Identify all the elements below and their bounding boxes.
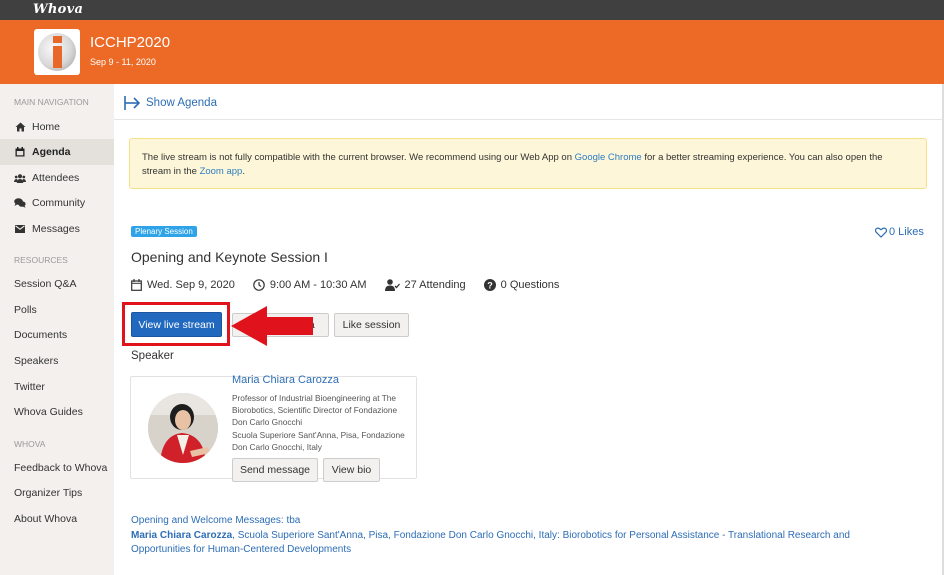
sidebar-item-label: Session Q&A xyxy=(14,278,77,290)
speaker-title: Professor of Industrial Bioengineering a… xyxy=(232,393,398,427)
zoom-app-link[interactable]: Zoom app xyxy=(200,166,243,177)
top-bar: Whova xyxy=(0,0,944,20)
chat-icon xyxy=(14,198,26,208)
alert-text: The live stream is not fully compatible … xyxy=(142,152,575,163)
sidebar-item-label: Organizer Tips xyxy=(14,487,83,499)
google-chrome-link[interactable]: Google Chrome xyxy=(575,152,642,163)
show-agenda-link[interactable]: Show Agenda xyxy=(124,94,217,112)
home-icon xyxy=(14,122,26,132)
clock-icon xyxy=(253,279,265,291)
sidebar-item-label: Feedback to Whova xyxy=(14,462,108,474)
speaker-name-link[interactable]: Maria Chiara Carozza xyxy=(232,374,339,386)
sidebar-item-label: Agenda xyxy=(32,146,71,158)
sidebar-item-label: About Whova xyxy=(14,513,78,525)
session-type-badge: Plenary Session xyxy=(131,226,197,237)
sidebar-item-label: Speakers xyxy=(14,355,59,367)
annotation-arrow-icon xyxy=(231,306,313,346)
sidebar-item-session-qa[interactable]: Session Q&A xyxy=(0,271,114,297)
sidebar-item-speakers[interactable]: Speakers xyxy=(0,348,114,374)
show-agenda-label: Show Agenda xyxy=(146,97,217,109)
sidebar-item-label: Messages xyxy=(32,223,80,235)
like-session-button[interactable]: Like session xyxy=(334,313,409,337)
attending-count: 27 Attending xyxy=(404,279,466,291)
expand-arrow-icon xyxy=(124,96,140,110)
envelope-icon xyxy=(14,225,26,233)
divider xyxy=(114,119,942,120)
sidebar-item-attendees[interactable]: Attendees xyxy=(0,165,114,191)
session-date: Wed. Sep 9, 2020 xyxy=(147,279,235,291)
description-line: Opening and Welcome Messages: tba xyxy=(131,515,301,526)
whova-logo[interactable]: Whova xyxy=(33,2,83,17)
sidebar-item-home[interactable]: Home xyxy=(0,114,114,140)
sidebar-item-agenda[interactable]: Agenda xyxy=(0,139,114,165)
sidebar-item-documents[interactable]: Documents xyxy=(0,322,114,348)
sidebar-item-label: Home xyxy=(32,121,61,133)
event-header xyxy=(0,20,944,84)
likes-button[interactable]: 0 Likes xyxy=(875,226,924,238)
question-circle-icon: ? xyxy=(483,279,496,291)
sidebar-item-feedback[interactable]: Feedback to Whova xyxy=(0,455,114,481)
event-logo xyxy=(34,29,80,75)
alert-text: . xyxy=(242,166,245,177)
sidebar-item-label: Twitter xyxy=(14,381,45,393)
session-description: Opening and Welcome Messages: tba Maria … xyxy=(131,514,911,558)
session-time: 9:00 AM - 10:30 AM xyxy=(269,279,367,291)
sidebar-section-whova: WHOVA xyxy=(14,439,46,449)
sidebar-item-label: Whova Guides xyxy=(14,406,83,418)
sidebar-item-messages[interactable]: Messages xyxy=(0,216,114,242)
session-title: Opening and Keynote Session I xyxy=(131,249,328,265)
sidebar-item-label: Community xyxy=(32,197,86,209)
sidebar-item-label: Polls xyxy=(14,304,37,316)
annotation-highlight-box xyxy=(122,302,230,346)
browser-compat-alert: The live stream is not fully compatible … xyxy=(129,138,927,189)
heart-icon xyxy=(875,227,887,238)
likes-count: 0 Likes xyxy=(889,226,924,238)
sidebar-item-organizer-tips[interactable]: Organizer Tips xyxy=(0,480,114,506)
questions-count: 0 Questions xyxy=(500,279,560,291)
speaker-avatar[interactable] xyxy=(148,393,218,463)
speaker-section-label: Speaker xyxy=(131,350,174,362)
description-text: , Scuola Superiore Sant'Anna, Pisa, Fond… xyxy=(131,529,850,556)
sidebar-section-resources: RESOURCES xyxy=(14,255,68,265)
sidebar-item-whova-guides[interactable]: Whova Guides xyxy=(0,399,114,425)
sidebar-item-label: Documents xyxy=(14,329,68,341)
svg-text:?: ? xyxy=(487,280,493,290)
user-check-icon xyxy=(384,279,400,291)
users-icon xyxy=(14,173,26,183)
speaker-affiliation: Scuola Superiore Sant'Anna, Pisa, Fondaz… xyxy=(232,430,405,452)
calendar-outline-icon xyxy=(131,279,142,291)
sidebar-item-polls[interactable]: Polls xyxy=(0,297,114,323)
session-meta: Wed. Sep 9, 2020 9:00 AM - 10:30 AM 27 A… xyxy=(131,279,577,291)
sidebar-item-label: Attendees xyxy=(32,172,80,184)
description-speaker-name: Maria Chiara Carozza xyxy=(131,529,233,541)
event-title: ICCHP2020 xyxy=(90,34,171,51)
sidebar-item-community[interactable]: Community xyxy=(0,190,114,216)
sidebar-item-about-whova[interactable]: About Whova xyxy=(0,506,114,532)
send-message-button[interactable]: Send message xyxy=(232,458,318,482)
calendar-icon xyxy=(14,147,26,157)
sidebar-item-twitter[interactable]: Twitter xyxy=(0,374,114,400)
event-dates: Sep 9 - 11, 2020 xyxy=(90,57,156,67)
view-bio-button[interactable]: View bio xyxy=(323,458,380,482)
sidebar-section-main-navigation: MAIN NAVIGATION xyxy=(14,97,89,107)
description-line: Maria Chiara Carozza, Scuola Superiore S… xyxy=(131,529,911,558)
